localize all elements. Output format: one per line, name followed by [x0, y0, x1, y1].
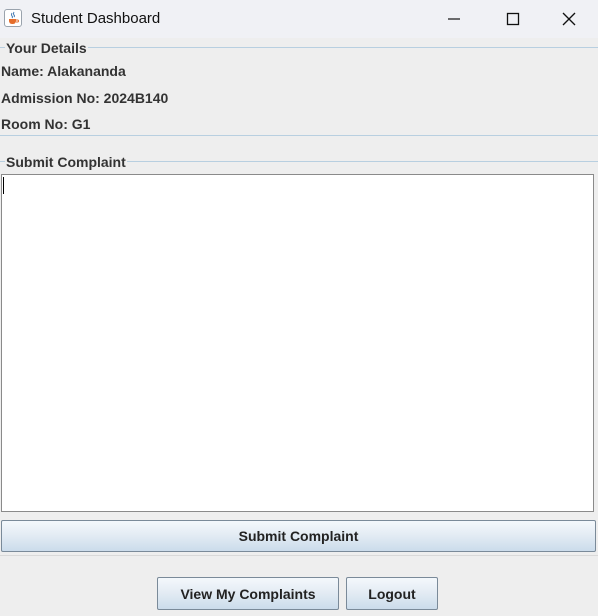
student-name: Name: Alakananda [1, 63, 126, 79]
java-cup-icon [4, 9, 22, 27]
details-group-title: Your Details [5, 40, 88, 56]
complaint-group-title: Submit Complaint [5, 154, 127, 170]
window-title: Student Dashboard [31, 10, 161, 27]
title-bar: Student Dashboard [0, 0, 598, 38]
minimize-button[interactable] [425, 0, 483, 38]
view-my-complaints-button[interactable]: View My Complaints [157, 577, 339, 610]
close-icon [562, 12, 576, 26]
room-number: Room No: G1 [1, 116, 91, 132]
admission-number: Admission No: 2024B140 [1, 90, 169, 106]
complaint-textarea[interactable] [1, 174, 594, 512]
logout-button[interactable]: Logout [346, 577, 438, 610]
maximize-button[interactable] [484, 0, 542, 38]
minimize-icon [448, 18, 460, 20]
text-caret [3, 177, 4, 194]
details-group-border-bottom [0, 135, 598, 136]
close-button[interactable] [540, 0, 598, 38]
details-group-border-top [0, 47, 598, 48]
submit-complaint-button[interactable]: Submit Complaint [1, 520, 596, 552]
maximize-icon [506, 12, 520, 26]
divider [0, 555, 598, 556]
